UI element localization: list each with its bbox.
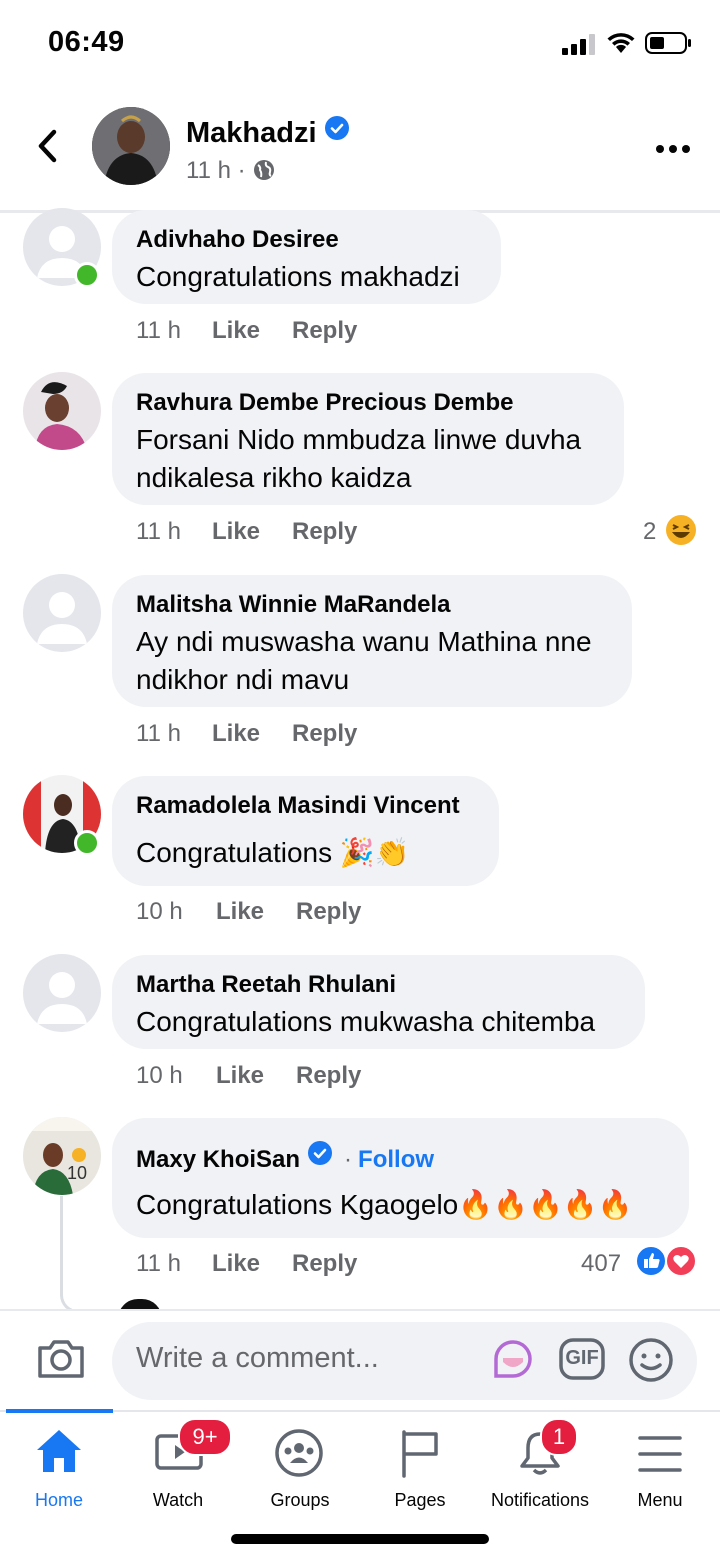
tab-label: Watch (152, 1490, 204, 1510)
gif-label: GIF (565, 1347, 599, 1369)
hamburger-menu-icon (637, 1434, 683, 1479)
comment-text-label: Congratulations (136, 837, 333, 868)
haha-icon[interactable] (664, 513, 698, 552)
post-meta: 11 h · (186, 157, 276, 189)
commenter-name-row: Maxy KhoiSan · Follow (136, 1141, 434, 1174)
watch-badge: 9+ (178, 1418, 232, 1456)
tab-label: Notifications (490, 1490, 590, 1510)
svg-text:10: 10 (67, 1163, 87, 1183)
like-button[interactable]: Like (216, 1062, 264, 1090)
reply-button[interactable]: Reply (292, 1250, 357, 1278)
commenter-name[interactable]: Ramadolela Masindi Vincent (136, 792, 460, 820)
like-button[interactable]: Like (212, 720, 260, 748)
status-time: 06:49 (48, 26, 125, 58)
reaction-count[interactable]: 2 (643, 518, 656, 546)
post-author-label: Makhadzi (186, 117, 317, 149)
comment-text-line: Ay ndi muswasha wanu Mathina nne (136, 626, 592, 657)
comment-emojis: 🎉👏 (339, 837, 410, 868)
reply-button[interactable]: Reply (292, 518, 357, 546)
tab-watch[interactable]: 9+ Watch (118, 1414, 240, 1519)
emoji-icon[interactable] (627, 1336, 675, 1389)
tab-label: Groups (270, 1490, 330, 1510)
comment-text-line: ndikalesa rikho kaidza (136, 462, 412, 493)
tab-menu[interactable]: Menu (600, 1414, 720, 1519)
commenter-name[interactable]: Maxy KhoiSan (136, 1146, 300, 1173)
commenter-avatar[interactable] (23, 954, 101, 1032)
comment-emojis: 🔥🔥🔥🔥🔥 (458, 1189, 633, 1220)
reply-button[interactable]: Reply (292, 720, 357, 748)
groups-icon (274, 1428, 324, 1483)
cellular-signal-icon (562, 33, 598, 60)
comment-time: 11 h (136, 518, 181, 545)
commenter-avatar[interactable] (23, 372, 101, 450)
avatar-sticker-icon[interactable] (490, 1336, 536, 1387)
globe-icon (252, 158, 276, 189)
reply-button[interactable]: Reply (292, 317, 357, 345)
notifications-badge: 1 (540, 1418, 578, 1456)
camera-icon[interactable] (36, 1336, 86, 1385)
commenter-avatar[interactable]: 10 (23, 1117, 101, 1195)
post-author-avatar[interactable] (92, 107, 170, 185)
like-button[interactable]: Like (212, 1250, 260, 1278)
battery-icon (645, 31, 693, 60)
like-button[interactable]: Like (216, 898, 264, 926)
meta-separator: · (237, 157, 246, 184)
comment-time: 11 h (136, 1250, 181, 1277)
tab-pages[interactable]: Pages (360, 1414, 480, 1519)
tab-home[interactable]: Home (0, 1414, 118, 1519)
comment-time: 11 h (136, 317, 181, 344)
tab-label: Menu (637, 1490, 683, 1510)
post-time: 11 h (186, 157, 231, 184)
back-button[interactable] (28, 124, 72, 168)
gif-button[interactable]: GIF (558, 1336, 606, 1387)
tab-label: Pages (394, 1490, 446, 1510)
commenter-name[interactable]: Adivhaho Desiree (136, 226, 339, 254)
verified-badge-icon (308, 1141, 333, 1165)
verified-badge-icon (324, 116, 349, 140)
composer-divider (0, 1309, 720, 1311)
tab-notifications[interactable]: 1 Notifications (480, 1414, 600, 1519)
comment-text: Congratulations 🎉👏 (136, 834, 410, 872)
reply-thread-line (60, 1196, 63, 1296)
comment-text-line: Forsani Nido mmbudza linwe duvha (136, 424, 582, 455)
comment-text-line: ndikhor ndi mavu (136, 664, 350, 695)
wifi-icon (606, 32, 636, 59)
more-options-button[interactable] (656, 140, 695, 158)
home-indicator[interactable] (231, 1534, 489, 1544)
commenter-name[interactable]: Martha Reetah Rhulani (136, 971, 396, 999)
like-button[interactable]: Like (212, 317, 260, 345)
comment-text: Congratulations makhadzi (136, 261, 460, 292)
reply-button[interactable]: Reply (296, 898, 361, 926)
comment-time: 11 h (136, 720, 181, 747)
reaction-count[interactable]: 407 (581, 1250, 621, 1278)
post-author-name[interactable]: Makhadzi (186, 116, 349, 150)
comment-text-label: Congratulations Kgaogelo (136, 1189, 459, 1220)
commenter-name[interactable]: Malitsha Winnie MaRandela (136, 591, 451, 619)
comment-input-placeholder[interactable]: Write a comment... (136, 1342, 379, 1375)
tab-label: Home (34, 1490, 83, 1510)
love-icon[interactable] (665, 1245, 697, 1282)
follow-separator: · (344, 1146, 353, 1173)
tab-groups[interactable]: Groups (240, 1414, 360, 1519)
comment-time: 10 h (136, 1062, 183, 1089)
like-icon[interactable] (635, 1245, 667, 1282)
active-tab-indicator (6, 1409, 113, 1413)
comment-text: Congratulations mukwasha chitemba (136, 1006, 596, 1037)
like-button[interactable]: Like (212, 518, 260, 546)
flag-icon (398, 1428, 442, 1483)
commenter-name[interactable]: Ravhura Dembe Precious Dembe (136, 389, 513, 417)
comment-text: Congratulations Kgaogelo🔥🔥🔥🔥🔥 (136, 1186, 633, 1224)
home-icon (35, 1428, 83, 1479)
comment-time: 10 h (136, 898, 183, 925)
online-indicator (74, 262, 100, 288)
reply-button[interactable]: Reply (296, 1062, 361, 1090)
follow-button[interactable]: Follow (358, 1146, 434, 1173)
commenter-avatar[interactable] (23, 574, 101, 652)
online-indicator (74, 830, 100, 856)
